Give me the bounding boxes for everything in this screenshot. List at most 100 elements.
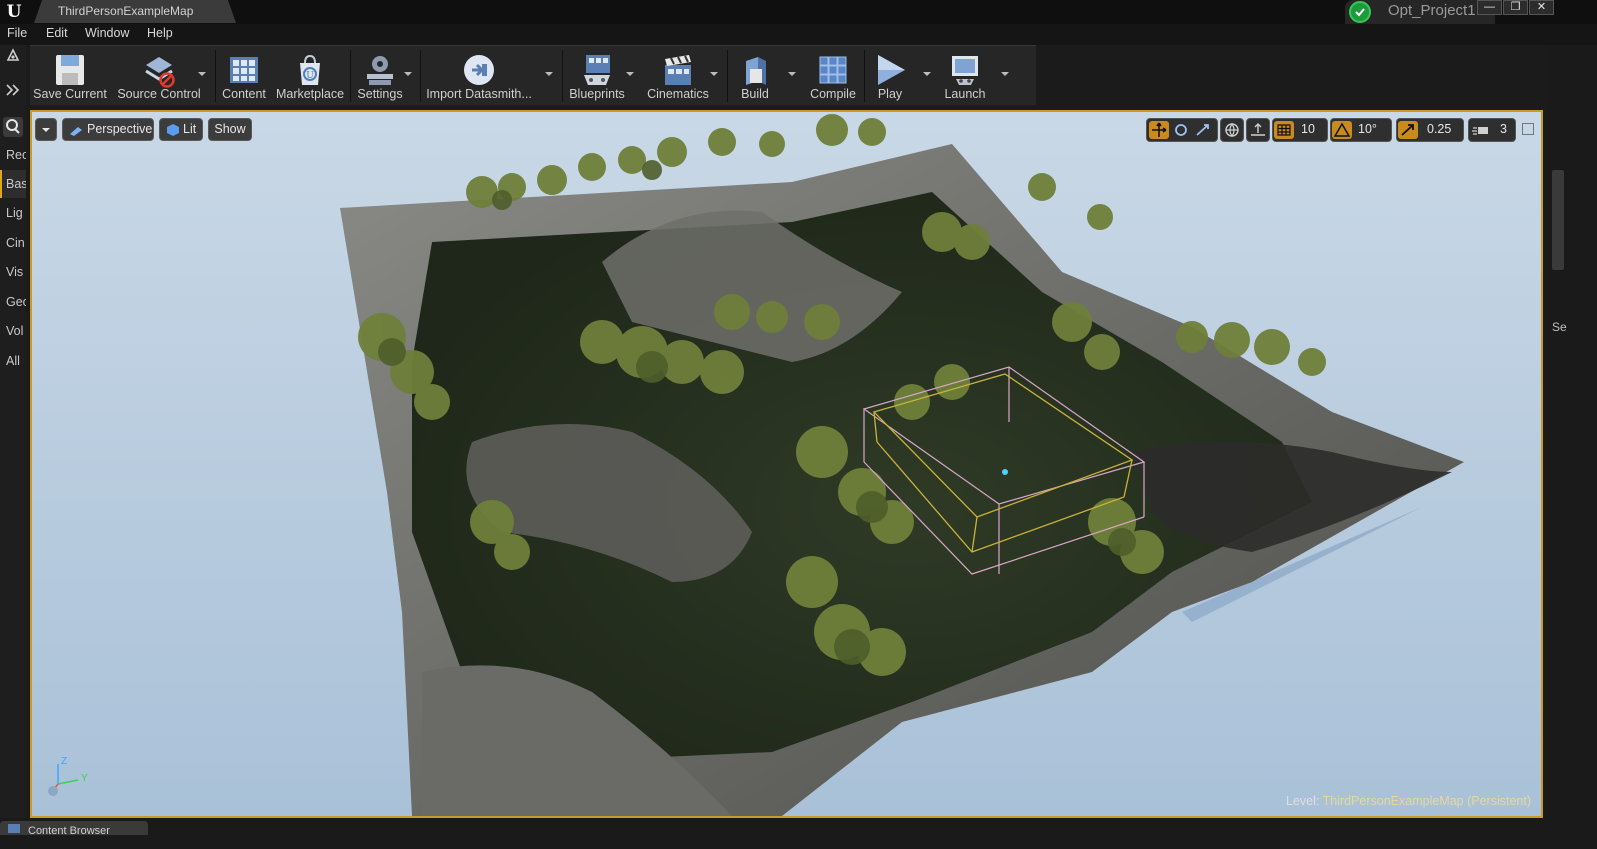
landscape-scene[interactable] [32,112,1541,816]
transform-mode-group [1146,118,1218,142]
source-control-status-icon[interactable] [1349,1,1371,23]
minimize-button[interactable]: — [1477,0,1502,15]
blueprints-icon [578,51,616,89]
source-control-dropdown-caret[interactable] [198,72,206,76]
current-level-indicator: Level: ThirdPersonExampleMap (Persistent… [1286,794,1531,808]
modes-item-basic[interactable]: Bas [0,170,26,198]
save-current-button[interactable]: Save Current [32,46,108,106]
modes-item-visual-effects[interactable]: Vis [0,258,26,286]
import-datasmith-button[interactable]: Import Datasmith... [422,46,536,106]
scale-snap-value[interactable]: 0.25 [1427,122,1451,136]
source-control-button[interactable]: Source Control [112,46,206,106]
rotation-snap-icon[interactable] [1332,121,1352,139]
marketplace-label: Marketplace [275,87,345,101]
close-button[interactable]: ✕ [1529,0,1554,15]
modes-item-volumes[interactable]: Vol [0,317,26,345]
surface-snap-icon[interactable] [1248,121,1268,139]
compile-button[interactable]: Compile [804,46,862,106]
settings-label: Settings [357,87,403,101]
menu-edit[interactable]: Edit [46,26,68,40]
compile-label: Compile [810,87,856,101]
level-name: ThirdPersonExampleMap (Persistent) [1322,794,1531,808]
toolbar-separator [727,50,728,102]
content-browser-icon [225,51,263,89]
perspective-icon [69,123,83,136]
rotation-snap-value[interactable]: 10° [1358,122,1377,136]
grid-snap-group: 10 [1272,118,1328,142]
source-control-icon [140,51,178,89]
menu-file[interactable]: File [7,26,27,40]
cinematics-button[interactable]: Cinematics [642,46,714,106]
modes-icon[interactable] [5,47,21,63]
launch-label: Launch [944,87,986,101]
realtime-indicator-icon [48,786,58,796]
modes-item-cinematic[interactable]: Cin [0,229,26,257]
marketplace-button[interactable]: U Marketplace [274,46,346,106]
grid-snap-value[interactable]: 10 [1301,122,1315,136]
menu-window[interactable]: Window [85,26,129,40]
grid-snap-icon[interactable] [1274,121,1294,139]
level-viewport[interactable]: Perspective Lit Show 10 10° 0.25 3 Z Y L… [30,110,1543,818]
search-icon[interactable] [3,117,23,137]
modes-item-lights[interactable]: Lig [0,199,26,227]
toolbar-separator [215,50,216,102]
show-button[interactable]: Show [208,118,252,141]
play-button[interactable]: Play [866,46,914,106]
perspective-button[interactable]: Perspective [62,118,154,141]
modes-item-recent[interactable]: Rec [0,141,26,169]
camera-speed-icon[interactable] [1471,121,1491,139]
world-globe-icon[interactable] [1222,121,1242,139]
lit-label: Lit [183,122,197,136]
content-button[interactable]: Content [218,46,270,106]
maximize-viewport-icon[interactable] [1522,123,1534,135]
import-datasmith-label: Import Datasmith... [426,87,532,101]
build-button[interactable]: Build [729,46,781,106]
settings-button[interactable]: Settings [352,46,408,106]
modes-item-all-classes[interactable]: All [0,347,26,375]
play-dropdown-caret[interactable] [923,72,931,76]
scale-snap-group: 0.25 [1396,118,1464,142]
modes-item-geometry[interactable]: Geo [0,288,26,316]
scale-snap-icon[interactable] [1398,121,1418,139]
blueprints-button[interactable]: Blueprints [564,46,630,106]
content-browser-tab-label: Content Browser [28,825,110,837]
cinematics-label: Cinematics [647,87,709,101]
level-document-tab[interactable]: ThirdPersonExampleMap [34,0,236,23]
rotate-mode-icon[interactable] [1171,121,1191,139]
settings-dropdown-caret[interactable] [404,72,412,76]
play-icon [871,51,909,89]
axis-indicator: Z Y [48,756,98,796]
translate-mode-icon[interactable] [1149,121,1169,139]
menu-help[interactable]: Help [147,26,173,40]
expand-chevron-icon[interactable] [4,81,22,99]
blueprints-dropdown-caret[interactable] [626,72,634,76]
clapperboard-icon [659,51,697,89]
level-tab-title: ThirdPersonExampleMap [58,4,194,18]
level-label: Level: [1285,794,1320,808]
details-panel-strip [1546,45,1597,830]
details-scrollbar[interactable] [1552,170,1564,270]
launch-button[interactable]: Launch [934,46,996,106]
toolbar-separator [420,50,421,102]
lit-view-mode-button[interactable]: Lit [159,118,203,141]
restore-button[interactable]: ❐ [1503,0,1528,15]
build-dropdown-caret[interactable] [788,72,796,76]
content-label: Content [222,87,266,101]
scale-mode-icon[interactable] [1193,121,1213,139]
unreal-editor-window: U ThirdPersonExampleMap Opt_Project1 — ❐… [0,0,1597,849]
viewport-options-button[interactable] [35,118,57,141]
main-toolbar: Save Current Source Control Content U Ma… [30,45,1036,105]
svg-text:U: U [306,71,314,81]
compile-icon [814,51,852,89]
lit-sphere-icon [166,123,180,137]
content-browser-tab[interactable]: Content Browser [0,821,148,837]
launch-icon [946,51,984,89]
import-datasmith-dropdown-caret[interactable] [545,72,553,76]
cinematics-dropdown-caret[interactable] [710,72,718,76]
player-start-icon[interactable] [1002,469,1008,475]
unreal-logo-icon[interactable]: U [3,1,25,23]
launch-dropdown-caret[interactable] [1001,72,1009,76]
camera-speed-value[interactable]: 3 [1500,122,1507,136]
play-label: Play [877,87,903,101]
details-search-label: Se [1552,320,1567,334]
